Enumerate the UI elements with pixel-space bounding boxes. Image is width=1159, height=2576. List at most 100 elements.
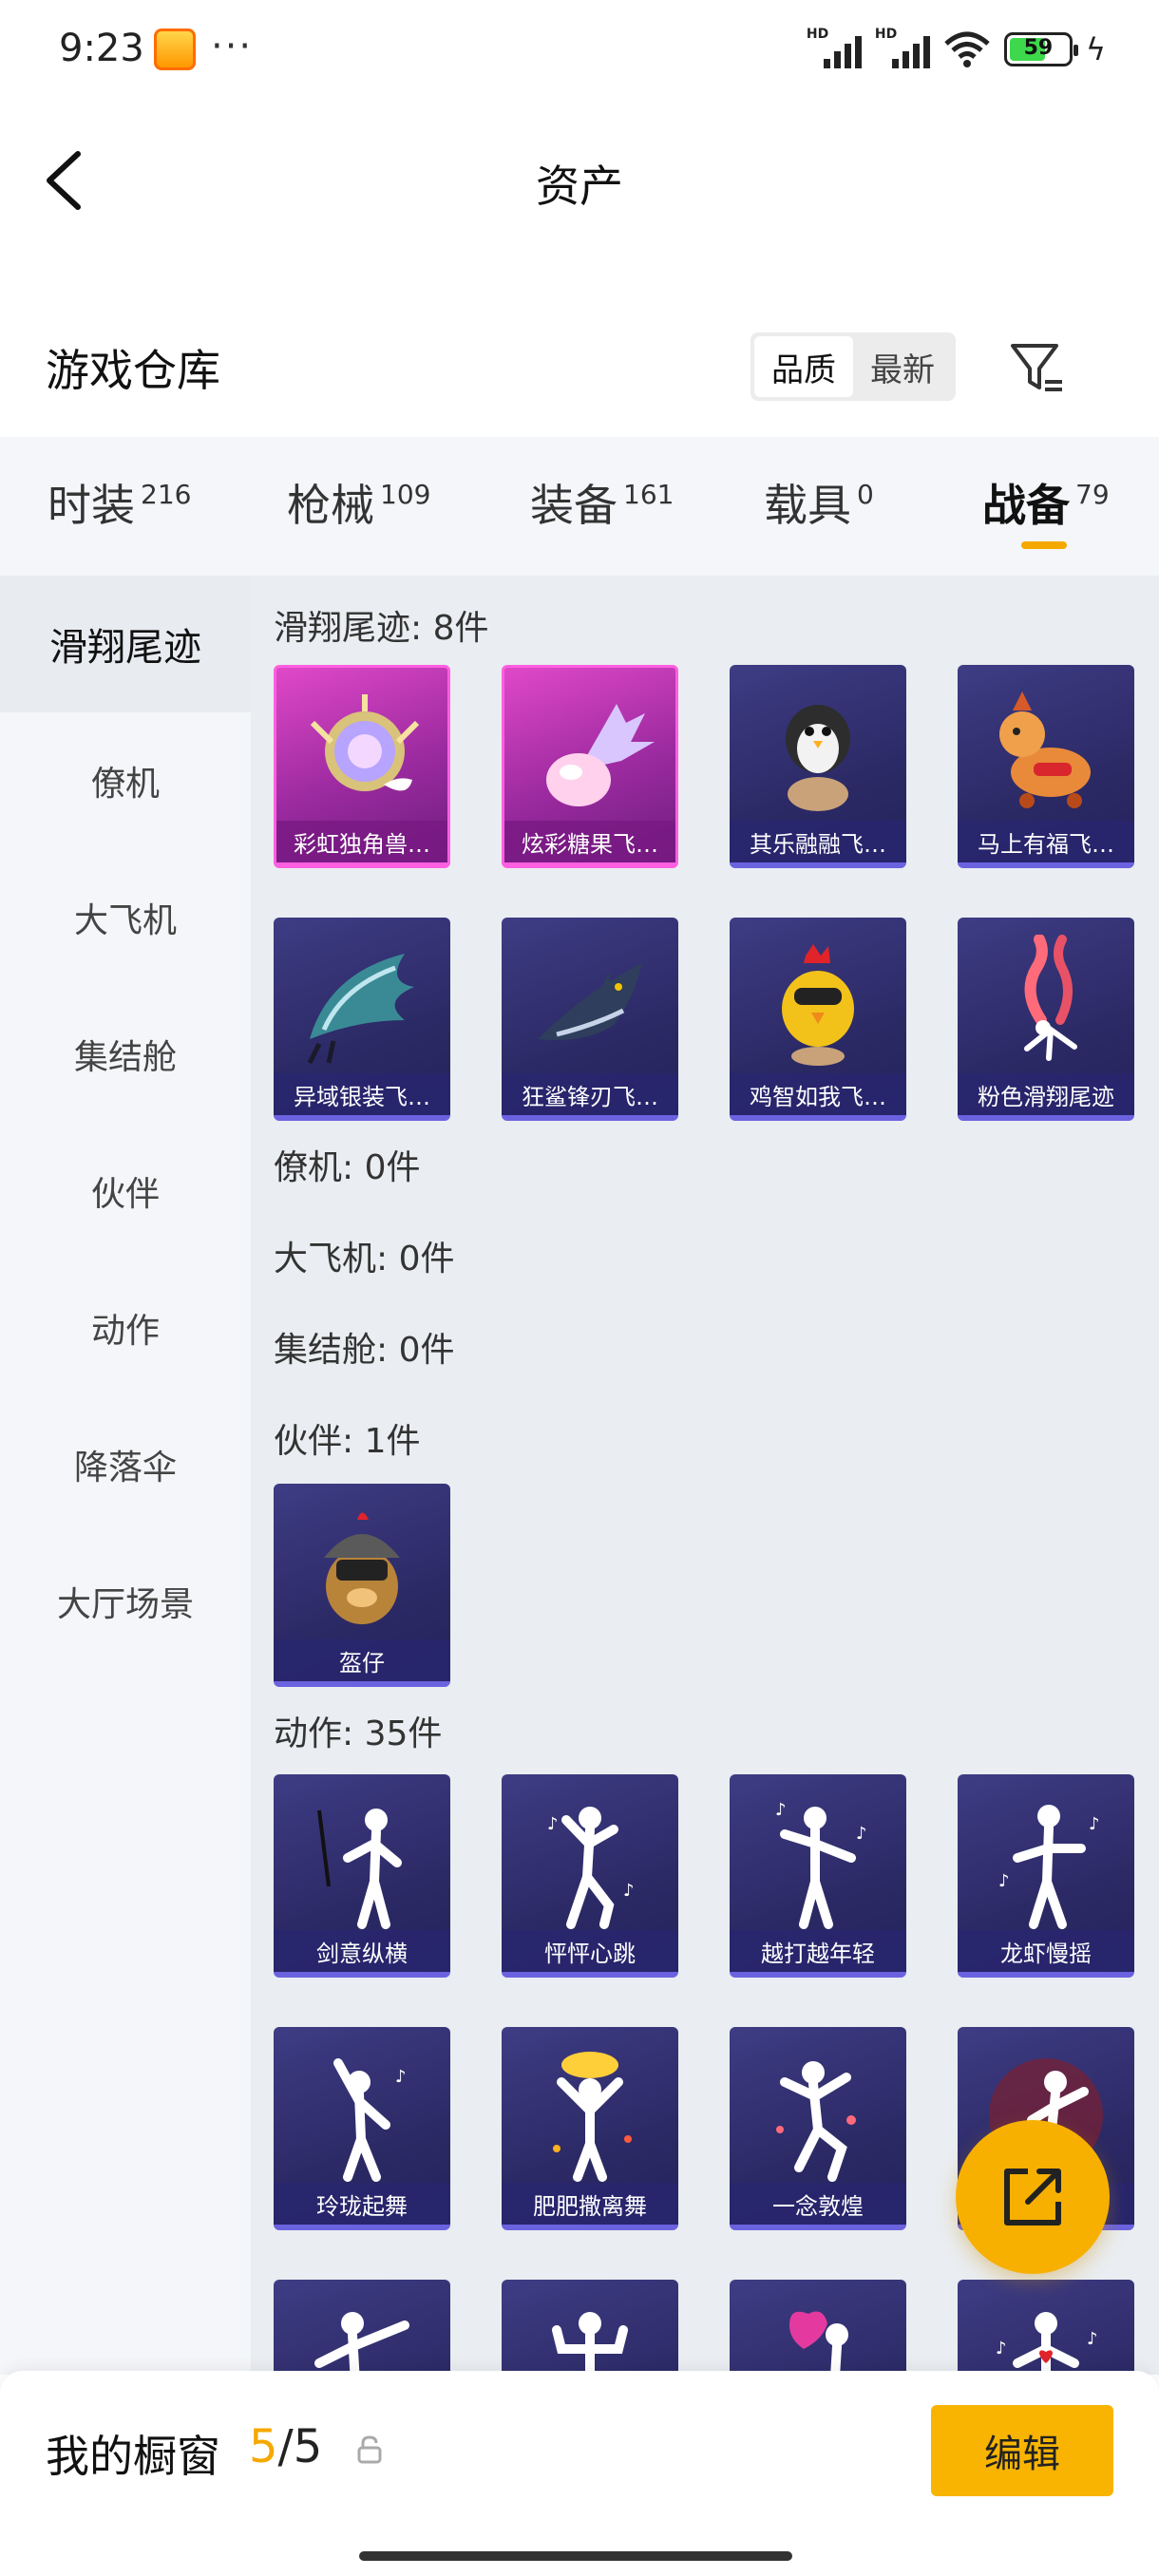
tab-equipment[interactable]: 装备 161 xyxy=(530,471,674,534)
candy-wing-icon xyxy=(546,704,655,806)
item-card[interactable]: ♪ ♪ 怦怦心跳 xyxy=(502,1774,678,1978)
showcase-label: 我的橱窗 xyxy=(46,2431,220,2482)
item-name: 炫彩糖果飞… xyxy=(504,821,675,862)
item-list: 滑翔尾迹: 8件 彩虹独角兽… 炫彩糖果飞… 其乐融融飞… 马上有福飞… 异域银… xyxy=(251,576,1159,2375)
item-card[interactable]: 炫彩糖果飞… xyxy=(502,665,678,868)
item-name: 龙虾慢摇 xyxy=(958,1930,1134,1972)
item-card[interactable]: ♪ 玲珑起舞 xyxy=(274,2027,450,2230)
item-name: 怦怦心跳 xyxy=(502,1930,678,1972)
item-name: 彩虹独角兽… xyxy=(276,821,447,862)
item-card[interactable] xyxy=(730,2280,906,2375)
item-card[interactable]: 狂鲨锋刃飞… xyxy=(502,918,678,1121)
sidebar-item-emote[interactable]: 动作 xyxy=(0,1260,251,1396)
warehouse-header: 游戏仓库 品质 最新 xyxy=(0,313,1159,437)
item-name: 越打越年轻 xyxy=(730,1930,906,1972)
sidebar-item-assembly-pod[interactable]: 集结舱 xyxy=(0,986,251,1123)
item-card[interactable]: 异域银装飞… xyxy=(274,918,450,1121)
tab-combat-prep[interactable]: 战备 79 xyxy=(982,471,1110,534)
item-card[interactable]: 剑意纵横 xyxy=(274,1774,450,1978)
home-indicator[interactable] xyxy=(359,2551,792,2561)
sidebar: 滑翔尾迹 僚机 大飞机 集结舱 伙伴 动作 降落伞 大厅场景 xyxy=(0,576,251,2375)
section-title: 游戏仓库 xyxy=(46,345,220,396)
item-name: 鸡智如我飞… xyxy=(730,1073,906,1115)
sidebar-item-glide-trail[interactable]: 滑翔尾迹 xyxy=(0,576,251,712)
item-name: 狂鲨锋刃飞… xyxy=(502,1073,678,1115)
more-notifications-icon: ··· xyxy=(211,25,254,68)
unicorn-mirror-icon xyxy=(310,694,420,791)
chicken-icon xyxy=(782,944,854,1066)
sword-dance-icon xyxy=(317,1809,402,1929)
item-name: 其乐融融飞… xyxy=(730,821,906,862)
battery-icon: 59 xyxy=(1003,32,1078,66)
item-card[interactable]: 一念敦煌 xyxy=(730,2027,906,2230)
item-name: 肥肥撒离舞 xyxy=(502,2183,678,2225)
heart-dance-icon xyxy=(789,2311,848,2375)
page-title: 资产 xyxy=(536,161,623,212)
sort-by-quality-button[interactable]: 品质 xyxy=(754,336,853,397)
item-card[interactable] xyxy=(274,2280,450,2375)
item-card[interactable]: ♪ ♪ 越打越年轻 xyxy=(730,1774,906,1978)
group-label-partner: 伙伴: 1件 xyxy=(274,1422,421,1461)
charging-icon: ϟ xyxy=(1085,31,1106,67)
horse-toy-icon xyxy=(999,691,1091,808)
svg-text:♪: ♪ xyxy=(1087,2329,1098,2349)
muscle-dance-icon xyxy=(552,2312,628,2375)
svg-text:♪: ♪ xyxy=(996,2339,1007,2358)
silver-wing-icon xyxy=(307,954,414,1065)
firework-dance-icon xyxy=(553,2052,632,2182)
heartbeat-dance-icon: ♪♪ xyxy=(547,1807,635,1929)
sidebar-item-parachute[interactable]: 降落伞 xyxy=(0,1396,251,1533)
tab-fashion[interactable]: 时装 216 xyxy=(48,471,191,534)
item-card[interactable]: 彩虹独角兽… xyxy=(274,665,450,868)
top-app-bar: 资产 xyxy=(0,104,1159,247)
svg-text:♪: ♪ xyxy=(856,1824,867,1844)
share-button[interactable] xyxy=(956,2120,1110,2274)
sidebar-item-partner[interactable]: 伙伴 xyxy=(0,1123,251,1260)
group-label-glide-trail: 滑翔尾迹: 8件 xyxy=(274,609,489,648)
sort-by-newest-button[interactable]: 最新 xyxy=(853,336,952,397)
sidebar-item-big-plane[interactable]: 大飞机 xyxy=(0,849,251,986)
tab-guns[interactable]: 枪械 109 xyxy=(287,471,430,534)
filter-icon[interactable] xyxy=(1007,338,1068,399)
item-name: 粉色滑翔尾迹 xyxy=(958,1073,1134,1115)
active-tab-indicator xyxy=(1021,541,1067,549)
lobster-dance-icon: ♪♪ xyxy=(998,1805,1100,1929)
svg-text:♪: ♪ xyxy=(998,1871,1010,1891)
item-card[interactable]: 马上有福飞… xyxy=(958,665,1134,868)
item-card[interactable]: 其乐融融飞… xyxy=(730,665,906,868)
svg-text:♪: ♪ xyxy=(775,1800,787,1820)
item-card[interactable]: 盔仔 xyxy=(274,1484,450,1687)
sidebar-item-lobby-scene[interactable]: 大厅场景 xyxy=(0,1533,251,1670)
item-card[interactable]: ♪ ♪ xyxy=(958,2280,1134,2375)
group-label-assembly-pod: 集结舱: 0件 xyxy=(274,1331,455,1370)
item-name: 马上有福飞… xyxy=(958,821,1134,862)
pink-smoke-icon xyxy=(1024,935,1077,1061)
item-name: 一念敦煌 xyxy=(730,2183,906,2225)
edit-button[interactable]: 编辑 xyxy=(931,2405,1113,2496)
wifi-icon xyxy=(944,31,990,67)
svg-text:♪: ♪ xyxy=(1089,1814,1100,1834)
item-name: 剑意纵横 xyxy=(274,1930,450,1972)
status-bar: 9:23 ··· HD HD 59 ϟ xyxy=(0,0,1159,104)
item-card[interactable]: ♪ ♪ 龙虾慢摇 xyxy=(958,1774,1134,1978)
item-card[interactable]: 粉色滑翔尾迹 xyxy=(958,918,1134,1121)
signal-1-icon: HD xyxy=(807,27,862,68)
item-card[interactable] xyxy=(502,2280,678,2375)
item-card[interactable]: 肥肥撒离舞 xyxy=(502,2027,678,2230)
dunhuang-dance-icon xyxy=(776,2061,856,2182)
tab-vehicles[interactable]: 载具 0 xyxy=(764,471,874,534)
showcase-bar: 我的橱窗 5/5 编辑 xyxy=(0,2371,1159,2576)
category-tabs: 时装 216 枪械 109 装备 161 载具 0 战备 79 xyxy=(0,437,1159,576)
share-icon xyxy=(1004,2169,1061,2226)
app-notification-icon xyxy=(154,28,196,70)
item-card[interactable]: 鸡智如我飞… xyxy=(730,918,906,1121)
group-label-wingman: 僚机: 0件 xyxy=(274,1148,421,1187)
heart-note-dance-icon: ♪ ♪ xyxy=(996,2312,1098,2375)
pose-dance-icon xyxy=(314,2312,409,2375)
showcase-count: 5/5 xyxy=(249,2420,323,2473)
svg-text:♪: ♪ xyxy=(395,2067,407,2087)
group-label-big-plane: 大飞机: 0件 xyxy=(274,1240,455,1279)
item-name: 玲珑起舞 xyxy=(274,2183,450,2225)
sidebar-item-wingman[interactable]: 僚机 xyxy=(0,712,251,849)
sort-toggle: 品质 最新 xyxy=(750,332,956,401)
